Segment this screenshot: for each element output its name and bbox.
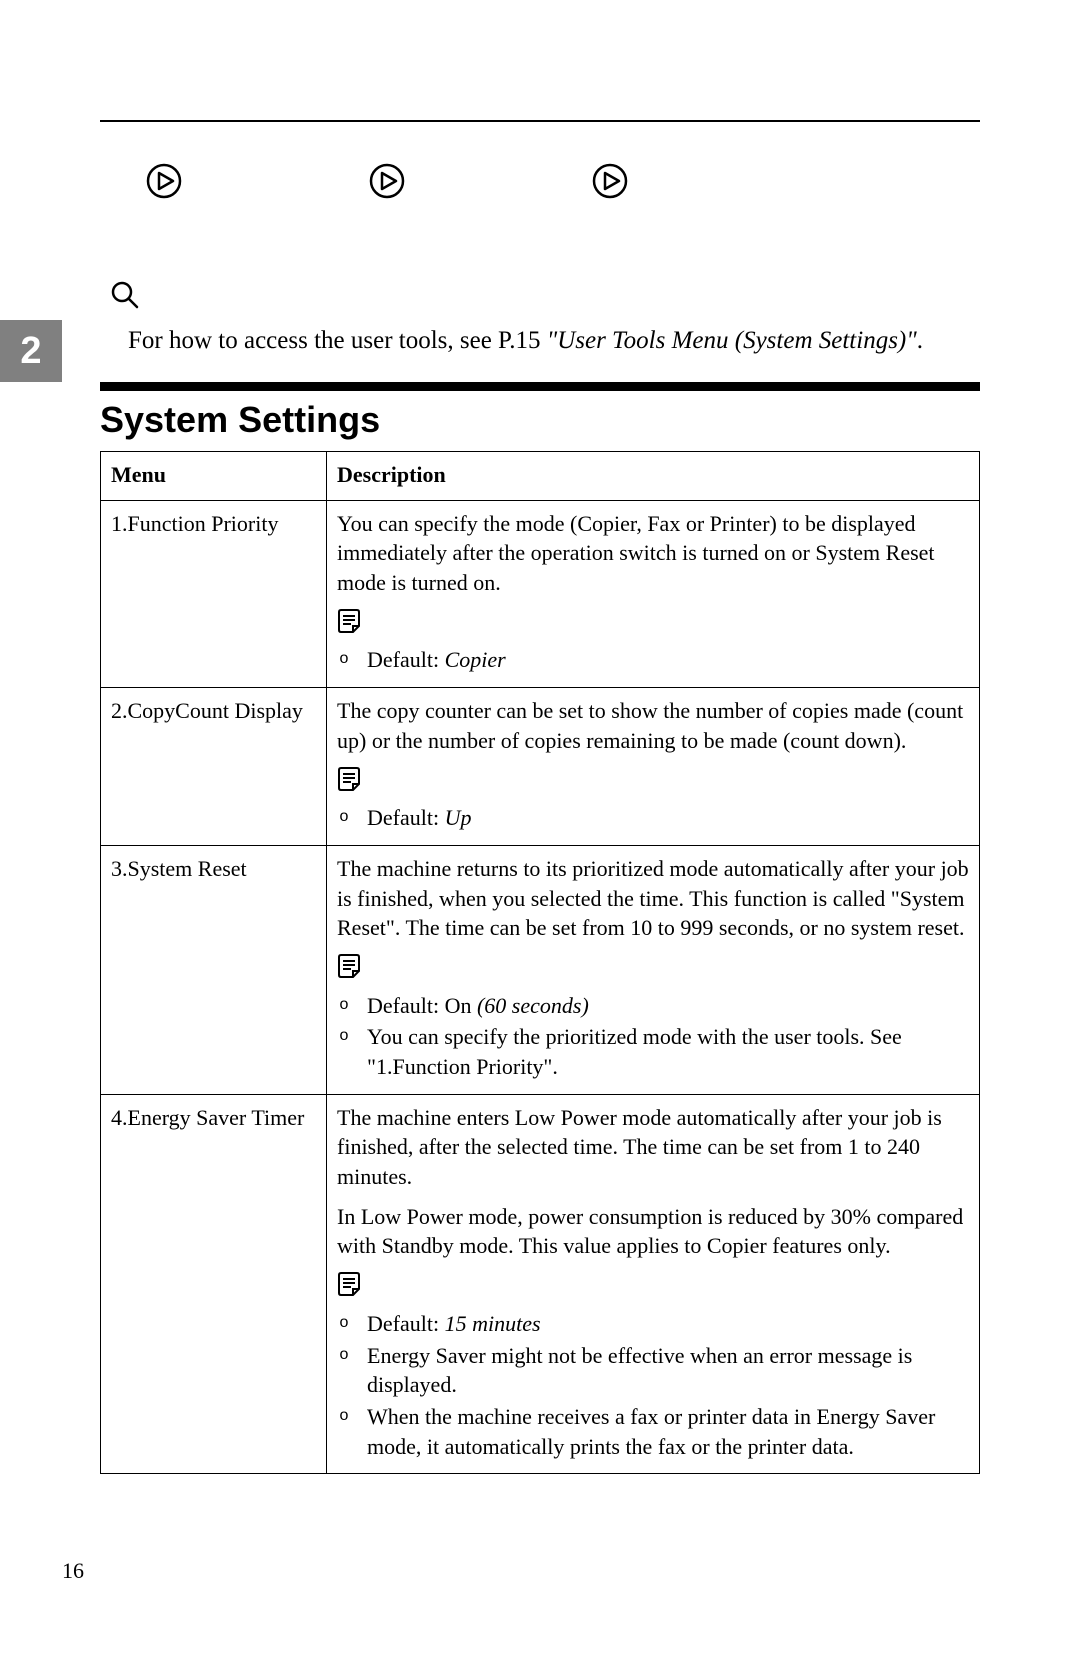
bullet-list: o Default: Copier — [337, 645, 969, 675]
menu-cell: 4.Energy Saver Timer — [101, 1094, 327, 1474]
bullet-mark: o — [337, 1341, 351, 1369]
bullet-mark: o — [337, 645, 351, 673]
list-item: o When the machine receives a fax or prin… — [337, 1402, 969, 1461]
reference-line: For how to access the user tools, see P.… — [100, 323, 980, 358]
list-item: o Energy Saver might not be effective whe… — [337, 1341, 969, 1400]
list-item: o Default: Up — [337, 803, 969, 833]
list-item: o You can specify the prioritized mode wi… — [337, 1022, 969, 1081]
reference-suffix: . — [917, 327, 923, 354]
section-title: System Settings — [100, 399, 980, 441]
note-icon — [337, 953, 969, 987]
top-rule — [100, 120, 980, 122]
bullet-text: Default: 15 minutes — [367, 1309, 969, 1339]
description-cell: The machine enters Low Power mode automa… — [327, 1094, 980, 1474]
list-item: o Default: Copier — [337, 645, 969, 675]
bullet-list: o Default: 15 minutes o Energy Saver might … — [337, 1309, 969, 1461]
description-cell: You can specify the mode (Copier, Fax or… — [327, 500, 980, 687]
bullet-mark: o — [337, 1022, 351, 1050]
bullet-mark: o — [337, 1309, 351, 1337]
bullet-text: Default: On (60 seconds) — [367, 991, 969, 1021]
bullet-mark: o — [337, 991, 351, 1019]
table-row: 3.System ResetThe machine returns to its… — [101, 845, 980, 1094]
description-cell: The machine returns to its prioritized m… — [327, 845, 980, 1094]
table-row: 4.Energy Saver TimerThe machine enters L… — [101, 1094, 980, 1474]
bullet-text: Energy Saver might not be effective when… — [367, 1341, 969, 1400]
bullet-text: Default: Up — [367, 803, 969, 833]
description-paragraph: The copy counter can be set to show the … — [337, 696, 969, 755]
play-circle-icon — [368, 162, 406, 200]
col-head-desc: Description — [327, 452, 980, 501]
bullet-list: o Default: Up — [337, 803, 969, 833]
play-circle-icon — [145, 162, 183, 200]
thick-rule — [100, 382, 980, 391]
bullet-list: o Default: On (60 seconds) o You can specif… — [337, 991, 969, 1082]
description-cell: The copy counter can be set to show the … — [327, 688, 980, 846]
chapter-tab: 2 — [0, 320, 62, 382]
bullet-text: When the machine receives a fax or print… — [367, 1402, 969, 1461]
bullet-text: You can specify the prioritized mode wit… — [367, 1022, 969, 1081]
bullet-text: Default: Copier — [367, 645, 969, 675]
col-head-menu: Menu — [101, 452, 327, 501]
page: 2 For how to access the user tools, see … — [0, 0, 1080, 1669]
play-circle-icon — [591, 162, 629, 200]
page-number: 16 — [62, 1558, 84, 1584]
description-paragraph: The machine enters Low Power mode automa… — [337, 1103, 969, 1192]
list-item: o Default: 15 minutes — [337, 1309, 969, 1339]
reference-italic: "User Tools Menu (System Settings)" — [547, 327, 917, 354]
note-icon — [337, 766, 969, 800]
magnifier-icon — [100, 280, 980, 315]
note-icon — [337, 1271, 969, 1305]
description-paragraph: In Low Power mode, power consumption is … — [337, 1202, 969, 1261]
settings-table: Menu Description 1.Function PriorityYou … — [100, 451, 980, 1474]
bullet-mark: o — [337, 1402, 351, 1430]
reference-prefix: For how to access the user tools, see P.… — [128, 327, 547, 354]
description-paragraph: The machine returns to its prioritized m… — [337, 854, 969, 943]
play-icon-row — [100, 162, 980, 200]
list-item: o Default: On (60 seconds) — [337, 991, 969, 1021]
bullet-mark: o — [337, 803, 351, 831]
menu-cell: 1.Function Priority — [101, 500, 327, 687]
table-row: 1.Function PriorityYou can specify the m… — [101, 500, 980, 687]
menu-cell: 2.CopyCount Display — [101, 688, 327, 846]
table-row: 2.CopyCount DisplayThe copy counter can … — [101, 688, 980, 846]
menu-cell: 3.System Reset — [101, 845, 327, 1094]
description-paragraph: You can specify the mode (Copier, Fax or… — [337, 509, 969, 598]
note-icon — [337, 608, 969, 642]
